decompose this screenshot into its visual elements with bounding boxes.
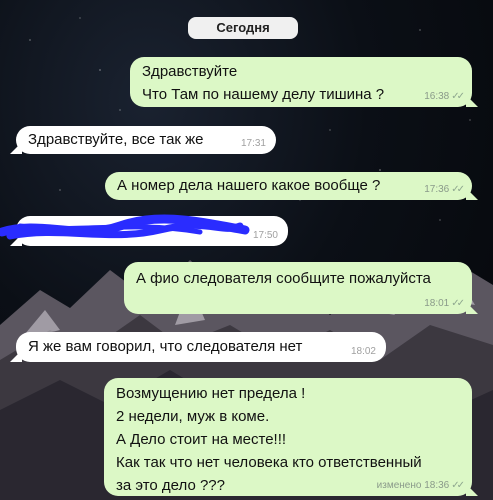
message-time: 17:31: [240, 138, 266, 149]
message-bubble-incoming[interactable]: Я же вам говорил, что следователя нет 18…: [10, 332, 386, 362]
message-meta: 16:38 ✓✓: [424, 91, 465, 103]
message-bubble-outgoing[interactable]: А фио следователя сообщите пожалуйста 18…: [124, 262, 478, 314]
message-bubble-incoming[interactable]: Здравствуйте, все так же 17:31: [10, 126, 276, 154]
message-meta: изменено 18:36 ✓✓: [376, 480, 465, 492]
double-check-icon: ✓✓: [451, 298, 465, 309]
message-bubble-outgoing[interactable]: Возмущению нет предела ! 2 недели, муж в…: [104, 378, 478, 496]
message-meta: 17:36 ✓✓: [424, 184, 465, 196]
message-time: 16:38: [424, 91, 450, 102]
redaction-scribble: [0, 214, 250, 240]
message-text: Здравствуйте Что Там по нашему делу тиши…: [142, 63, 385, 103]
message-time: 17:36: [424, 184, 450, 195]
message-time: изменено 18:36: [376, 480, 450, 491]
message-text: А фио следователя сообщите пожалуйста: [136, 270, 431, 287]
message-bubble-outgoing[interactable]: Здравствуйте Что Там по нашему делу тиши…: [130, 57, 478, 107]
double-check-icon: ✓✓: [451, 91, 465, 102]
message-time: 17:50: [252, 230, 278, 241]
message-time: 18:01: [424, 298, 450, 309]
message-text: А номер дела нашего какое вообще ?: [117, 177, 381, 194]
double-check-icon: ✓✓: [451, 480, 465, 491]
message-bubble-outgoing[interactable]: А номер дела нашего какое вообще ? 17:36…: [105, 172, 478, 200]
message-meta: 18:01 ✓✓: [424, 298, 465, 310]
message-text: Я же вам говорил, что следователя нет: [28, 338, 303, 355]
message-text: Здравствуйте, все так же: [28, 131, 204, 148]
message-time: 18:02: [350, 346, 376, 357]
date-separator: Сегодня: [188, 17, 298, 39]
double-check-icon: ✓✓: [451, 184, 465, 195]
